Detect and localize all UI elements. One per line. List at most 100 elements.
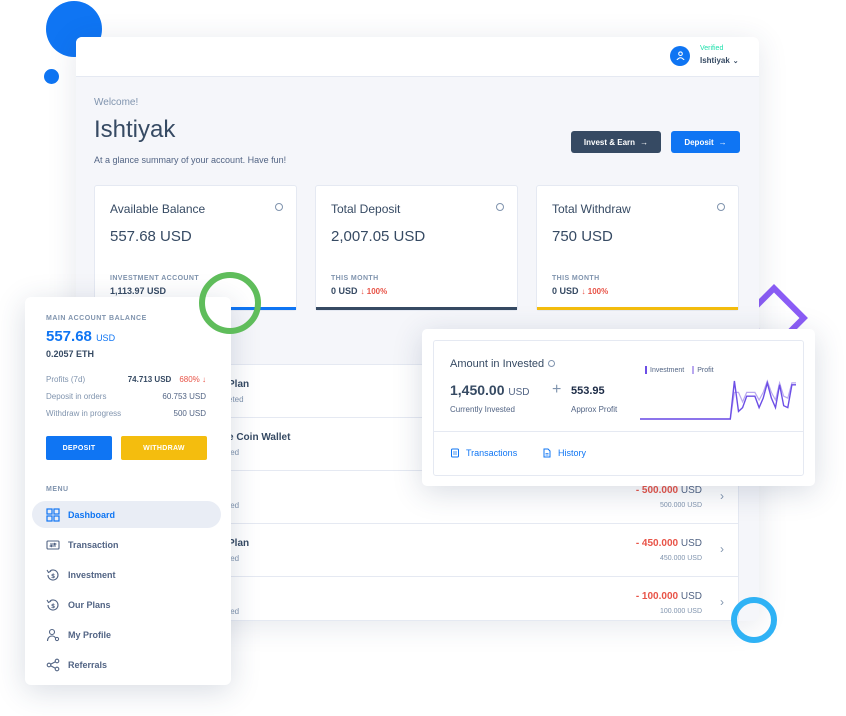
sidebar-item-investment[interactable]: $ Investment bbox=[32, 561, 221, 588]
card-value: 2,007.05 USD bbox=[331, 228, 426, 245]
tx-amount: - 100.000 bbox=[635, 591, 679, 602]
deposit-button[interactable]: Deposit → bbox=[671, 131, 740, 153]
investment-icon: $ bbox=[46, 568, 59, 580]
menu-label-text: Transaction bbox=[68, 539, 119, 550]
card-value: 750 USD bbox=[552, 228, 613, 245]
sidebar-item-my-profile[interactable]: My Profile bbox=[32, 621, 221, 648]
arrow-right-icon: → bbox=[640, 137, 649, 147]
stat-label: Withdraw in progress bbox=[46, 409, 122, 418]
menu-label-text: Referrals bbox=[68, 659, 108, 670]
card-value: 557.68 USD bbox=[110, 228, 192, 245]
invested-amount: 1,450.00 bbox=[450, 382, 505, 398]
user-avatar[interactable] bbox=[670, 46, 690, 66]
profile-icon bbox=[46, 628, 60, 641]
investment-line-chart bbox=[640, 379, 796, 420]
tx-amount-row: - 100.000 USD bbox=[636, 591, 702, 602]
invested-title-text: Amount in Invested bbox=[450, 358, 545, 370]
stat-label: Profits (7d) bbox=[46, 375, 86, 384]
legend-swatch bbox=[645, 366, 647, 374]
legend-swatch bbox=[692, 366, 695, 374]
series-line-investment bbox=[640, 380, 796, 420]
card-sub-amount-row: 0 USD ↓ 100% bbox=[331, 286, 387, 296]
sidebar-item-referrals[interactable]: Referrals bbox=[32, 651, 221, 678]
info-icon[interactable] bbox=[496, 203, 504, 211]
card-sub-amount: 0 USD bbox=[331, 286, 358, 296]
deposit-label: Deposit bbox=[684, 137, 714, 147]
tx-amount-row: - 450.000 USD bbox=[636, 538, 702, 549]
legend-investment: Investment bbox=[645, 366, 684, 374]
sidebar-item-transaction[interactable]: Transaction bbox=[32, 531, 221, 558]
total-deposit-card: Total Deposit 2,007.05 USD THIS MONTH 0 … bbox=[315, 185, 518, 311]
invest-earn-button[interactable]: Invest & Earn → bbox=[571, 131, 661, 153]
svg-text:$: $ bbox=[51, 573, 55, 580]
plans-icon: $ bbox=[46, 598, 59, 610]
amount-invested-panel: Amount in Invested 1,450.00 USD Currentl… bbox=[433, 340, 804, 476]
sidebar-item-dashboard[interactable]: Dashboard bbox=[32, 501, 221, 528]
history-link[interactable]: History bbox=[542, 448, 586, 458]
card-accent-bar bbox=[537, 307, 738, 310]
user-name: Ishtiyak bbox=[700, 56, 730, 65]
topbar: Verified Ishtiyak ⌄ bbox=[76, 37, 759, 77]
card-sub-label: INVESTMENT ACCOUNT bbox=[110, 275, 199, 282]
divider bbox=[434, 431, 803, 432]
card-change: ↓ 100% bbox=[581, 287, 609, 296]
sidebar-withdraw-button[interactable]: WITHDRAW bbox=[121, 436, 207, 460]
document-icon bbox=[451, 448, 459, 458]
legend-profit: Profit bbox=[692, 366, 714, 374]
page-title: Ishtiyak bbox=[94, 116, 176, 143]
card-sub-amount: 1,113.97 USD bbox=[110, 286, 167, 296]
invested-currency: USD bbox=[508, 387, 530, 398]
user-menu[interactable]: Ishtiyak ⌄ bbox=[700, 56, 739, 65]
chevron-right-icon[interactable]: › bbox=[720, 542, 724, 556]
chevron-right-icon[interactable]: › bbox=[720, 489, 724, 503]
page-subtitle: At a glance summary of your account. Hav… bbox=[94, 155, 287, 165]
dashboard-icon bbox=[46, 507, 60, 522]
menu-label-text: Our Plans bbox=[68, 599, 111, 610]
eth-balance: 0.2057 ETH bbox=[46, 349, 95, 359]
card-sub-label: THIS MONTH bbox=[331, 275, 379, 282]
tx-currency: USD bbox=[680, 485, 702, 496]
invested-value-label: Currently Invested bbox=[450, 405, 515, 414]
welcome-text: Welcome! bbox=[94, 97, 139, 108]
chevron-right-icon[interactable]: › bbox=[720, 595, 724, 609]
balance-value: 557.68 bbox=[46, 328, 92, 345]
legend-label: Profit bbox=[697, 366, 714, 374]
info-icon[interactable] bbox=[275, 203, 283, 211]
card-sub-label: THIS MONTH bbox=[552, 275, 600, 282]
sidebar-item-our-plans[interactable]: $ Our Plans bbox=[32, 591, 221, 618]
arrow-right-icon: → bbox=[718, 137, 727, 147]
plus-icon: + bbox=[552, 381, 562, 398]
stat-value: 74.713 USD bbox=[127, 375, 172, 384]
balance-currency: USD bbox=[96, 333, 116, 343]
card-title: Total Withdraw bbox=[552, 202, 631, 216]
tx-currency: USD bbox=[680, 538, 702, 549]
card-change: ↓ 100% bbox=[360, 287, 388, 296]
transaction-icon bbox=[46, 539, 60, 550]
card-accent-bar bbox=[316, 307, 517, 310]
share-icon bbox=[46, 658, 60, 671]
stat-change: 680% ↓ bbox=[179, 375, 206, 384]
invest-earn-label: Invest & Earn bbox=[583, 137, 636, 147]
user-status: Verified bbox=[700, 45, 724, 52]
tx-sub-amount: 450.000 USD bbox=[659, 555, 702, 562]
menu-label: MENU bbox=[46, 486, 69, 493]
info-icon[interactable] bbox=[548, 360, 556, 367]
legend-label: Investment bbox=[650, 366, 685, 374]
tx-title: Plan bbox=[228, 379, 250, 390]
info-icon[interactable] bbox=[717, 203, 725, 211]
stat-profits: Profits (7d) 74.713 USD 680% ↓ bbox=[46, 375, 206, 384]
decorative-blue-ring bbox=[731, 597, 777, 643]
sidebar-deposit-button[interactable]: DEPOSIT bbox=[46, 436, 112, 460]
card-sub-amount-row: 0 USD ↓ 100% bbox=[552, 286, 608, 296]
tx-title: e Coin Wallet bbox=[228, 432, 291, 443]
stat-value: 60.753 USD bbox=[162, 392, 206, 401]
main-balance: 557.68 USD bbox=[46, 328, 115, 345]
tx-amount-row: - 500.000 USD bbox=[636, 485, 702, 496]
transactions-link[interactable]: Transactions bbox=[450, 448, 517, 458]
total-withdraw-card: Total Withdraw 750 USD THIS MONTH 0 USD ↓… bbox=[536, 185, 739, 311]
invested-value: 1,450.00 USD bbox=[450, 382, 530, 398]
link-label: History bbox=[558, 448, 587, 458]
menu-label-text: Dashboard bbox=[68, 509, 116, 520]
stat-label: Deposit in orders bbox=[46, 392, 107, 401]
profit-value: 553.95 bbox=[571, 385, 605, 397]
